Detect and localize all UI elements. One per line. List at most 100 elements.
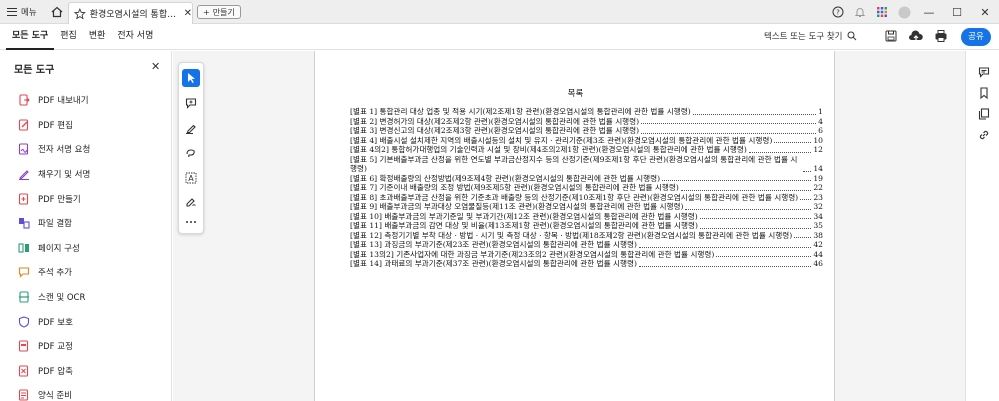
share-button[interactable]: 공유 — [961, 28, 991, 46]
toc-leader-dots — [748, 151, 812, 153]
toc-entry[interactable]: [별표 5] 기본배출부과금 산정을 위한 연도별 부과금산정지수 등의 산정기… — [350, 155, 823, 174]
tool-add-comment[interactable]: 주석 추가 — [18, 260, 90, 285]
all-tools-panel: 모든 도구 ✕ PDF 내보내기 PDF 편집 전자 서명 요청 채우기 및 서… — [0, 51, 172, 401]
draw-freehand-icon[interactable] — [182, 144, 200, 162]
help-icon[interactable]: ? — [830, 4, 846, 20]
edit-pdf-icon — [18, 119, 30, 131]
attachments-link-icon[interactable] — [977, 128, 991, 142]
tab-edit[interactable]: 편집 — [54, 24, 83, 50]
add-text-icon[interactable]: A — [182, 169, 200, 187]
upload-cloud-icon[interactable] — [908, 29, 924, 43]
print-icon[interactable] — [934, 29, 948, 43]
toc-entry-text: [별표 12] 측정기기별 부착 대상 · 방법 · 시기 및 측정 대상 · … — [350, 230, 793, 240]
find-tool-label: 텍스트 또는 도구 찾기 — [764, 32, 843, 42]
tool-scan-ocr[interactable]: 스캔 및 OCR — [18, 285, 90, 310]
toc-page-number: 14 — [813, 164, 823, 173]
close-window-button[interactable]: ✕ — [971, 0, 999, 24]
tab-esign[interactable]: 전자 서명 — [111, 24, 159, 50]
home-button[interactable] — [49, 4, 65, 20]
bookmarks-icon[interactable] — [977, 86, 991, 100]
toc-entry-text: [별표 10] 배출부과금의 부과기준일 및 부과기간(제12조 관련)(환경오… — [350, 211, 698, 221]
tool-request-signature[interactable]: 전자 서명 요청 — [18, 137, 90, 162]
sign-icon[interactable] — [182, 192, 200, 210]
find-tool-search[interactable]: 텍스트 또는 도구 찾기 — [764, 30, 857, 42]
titlebar-right-controls: ? — ☐ ✕ — [827, 0, 999, 24]
tool-organize-pages[interactable]: 페이지 구성 — [18, 236, 90, 261]
toc-leader-dots — [803, 170, 812, 172]
tool-label: PDF 보호 — [38, 317, 73, 328]
toc-entry-text: [별표 5] 기본배출부과금 산정을 위한 연도별 부과금산정지수 등의 산정기… — [350, 154, 798, 174]
toc-entry-text: [별표 8] 초과배출부과금 산정을 위한 기준초과 배출량 등의 산정기준(제… — [350, 192, 799, 202]
toc-entry[interactable]: [별표 1] 통합관리 대상 업종 및 적용 시기(제2조제1항 관련)(환경오… — [350, 107, 823, 117]
star-icon[interactable] — [74, 7, 86, 20]
toc-entry[interactable]: [별표 9] 배출부과금의 부과대상 오염물질등(제11조 관련)(환경오염시설… — [350, 202, 823, 212]
tab-convert[interactable]: 변환 — [83, 24, 112, 50]
document-viewport[interactable]: 목록 [별표 1] 통합관리 대상 업종 및 적용 시기(제2조제1항 관련)(… — [173, 51, 965, 401]
toc-entry[interactable]: [별표 3] 변경신고의 대상(제2조제3항 관련)(환경오염시설의 통합관리에… — [350, 126, 823, 136]
toc-entry[interactable]: [별표 2] 변경허가의 대상(제2조제2항 관련)(환경오염시설의 통합관리에… — [350, 117, 823, 127]
request-signature-icon — [18, 143, 30, 156]
toc-leader-dots — [680, 189, 812, 191]
save-icon[interactable] — [884, 29, 898, 43]
tool-export-pdf[interactable]: PDF 내보내기 — [18, 88, 90, 113]
tool-redact-pdf[interactable]: PDF 교정 — [18, 334, 90, 359]
tab-close-icon[interactable]: ✕ — [184, 8, 192, 19]
tool-compress-pdf[interactable]: PDF 압축 — [18, 359, 90, 384]
pages-icon[interactable] — [977, 107, 991, 121]
toc-page-number: 42 — [813, 240, 823, 249]
add-comment-icon[interactable] — [182, 94, 200, 112]
comments-panel-icon[interactable] — [977, 65, 991, 79]
select-cursor-icon[interactable] — [182, 69, 200, 87]
tool-fill-sign[interactable]: 채우기 및 서명 — [18, 162, 90, 187]
toc-entry[interactable]: [별표 4의2] 통합허가대행업의 기술인력과 시설 및 장비(제4조의2제1항… — [350, 145, 823, 155]
tool-edit-pdf[interactable]: PDF 편집 — [18, 113, 90, 138]
toc-entry[interactable]: [별표 14] 과태료의 부과기준(제37조 관련)(환경오염시설의 통합관리에… — [350, 259, 823, 269]
toc-entry-text: [별표 11] 배출부과금의 감면 대상 및 비율(제13조제1항 관련)(환경… — [350, 221, 698, 230]
highlight-pen-icon[interactable] — [182, 119, 200, 137]
toc-entry[interactable]: [별표 4] 배출시설 설치제한 지역의 배출시설등의 설치 및 유지 · 관리… — [350, 136, 823, 146]
toc-entry[interactable]: [별표 11] 배출부과금의 감면 대상 및 비율(제13조제1항 관련)(환경… — [350, 221, 823, 231]
toolbar-actions — [884, 29, 948, 43]
more-icon[interactable] — [182, 213, 200, 231]
tool-prepare-form[interactable]: 양식 준비 — [18, 383, 90, 401]
maximize-button[interactable]: ☐ — [943, 0, 971, 24]
tool-combine-files[interactable]: 파일 결합 — [18, 211, 90, 236]
bell-icon[interactable] — [852, 4, 868, 20]
tools-list: PDF 내보내기 PDF 편집 전자 서명 요청 채우기 및 서명 PDF 만들… — [18, 88, 90, 401]
toc-entry[interactable]: [별표 12] 측정기기별 부착 대상 · 방법 · 시기 및 측정 대상 · … — [350, 231, 823, 241]
toc-entry-text: [별표 2] 변경허가의 대상(제2조제2항 관련)(환경오염시설의 통합관리에… — [350, 116, 640, 126]
apps-grid-icon[interactable] — [874, 4, 890, 20]
toc-page-number: 4 — [818, 116, 823, 126]
menu-button[interactable]: 메뉴 — [4, 4, 40, 20]
tab-all-tools[interactable]: 모든 도구 — [6, 24, 55, 50]
tool-label: 주석 추가 — [38, 268, 72, 279]
tool-create-pdf[interactable]: PDF 만들기 — [18, 186, 90, 211]
toc-entry[interactable]: [별표 13의2] 기존사업자에 대한 과징금 부과기준(제23조의2 관련)(… — [350, 250, 823, 260]
tool-label: PDF 만들기 — [38, 194, 81, 205]
toc-page-number: 22 — [813, 183, 823, 192]
toc-entry[interactable]: [별표 6] 확정배출량의 산정방법(제9조제4항 관련)(환경오염시설의 통합… — [350, 174, 823, 184]
toc-leader-dots — [699, 218, 812, 219]
toc-entry[interactable]: [별표 8] 초과배출부과금 산정을 위한 기준초과 배출량 등의 산정기준(제… — [350, 193, 823, 203]
tool-protect-pdf[interactable]: PDF 보호 — [18, 309, 90, 334]
toc-entry[interactable]: [별표 7] 기준이내 배출량의 조정 방법(제9조제5항 관련)(환경오염시설… — [350, 183, 823, 193]
new-create-button[interactable]: + 만들기 — [197, 5, 241, 19]
fill-sign-icon — [18, 168, 30, 181]
minimize-button[interactable]: — — [915, 0, 943, 24]
toc-page-number: 6 — [818, 126, 823, 135]
toc-leader-dots — [685, 208, 812, 210]
pdf-page[interactable]: 목록 [별표 1] 통합관리 대상 업종 및 적용 시기(제2조제1항 관련)(… — [314, 51, 835, 401]
tool-label: 스캔 및 OCR — [38, 293, 86, 304]
tool-label: PDF 교정 — [38, 342, 73, 353]
tool-label: 페이지 구성 — [38, 243, 80, 254]
toc-entry[interactable]: [별표 10] 배출부과금의 부과기준일 및 부과기간(제12조 관련)(환경오… — [350, 212, 823, 222]
prepare-form-icon — [18, 389, 30, 401]
toc-leader-dots — [716, 256, 812, 257]
redact-pdf-icon — [18, 340, 30, 352]
avatar-icon[interactable] — [896, 4, 912, 20]
toc-leader-dots — [638, 265, 812, 267]
toc-leader-dots — [699, 227, 812, 229]
document-tab[interactable]: 환경오염시설의 통합… ✕ — [68, 2, 193, 24]
panel-close-icon[interactable]: ✕ — [151, 60, 160, 73]
toc-entry[interactable]: [별표 13] 과징금의 부과기준(제23조 관련)(환경오염시설의 통합관리에… — [350, 240, 823, 250]
